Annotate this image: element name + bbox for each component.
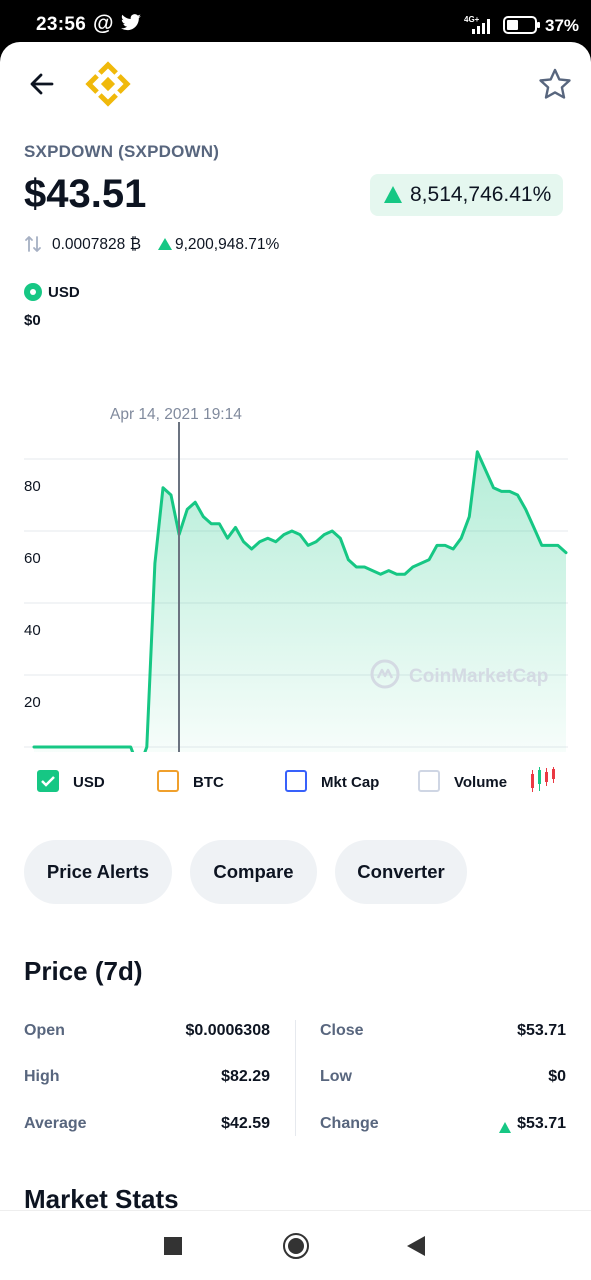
- candlestick-icon[interactable]: [529, 766, 557, 799]
- low-value: $0: [548, 1068, 566, 1085]
- signal-icon: [470, 18, 494, 39]
- usd-radio-label: USD: [48, 284, 80, 301]
- average-label: Average: [24, 1115, 87, 1132]
- price-7d-title: Price (7d): [24, 956, 143, 986]
- compare-button[interactable]: Compare: [190, 840, 317, 904]
- usd-radio[interactable]: [24, 283, 42, 301]
- price-change-badge: 8,514,746.41%: [370, 174, 564, 216]
- status-time: 23:56: [36, 14, 87, 35]
- coin-name: SXPDOWN (SXPDOWN): [24, 142, 220, 161]
- circle-icon[interactable]: [283, 1233, 309, 1259]
- stats-divider: [295, 1020, 296, 1136]
- back-arrow-icon[interactable]: [26, 68, 58, 100]
- system-nav-bar: [0, 1210, 591, 1280]
- price-chart[interactable]: 806040200 CoinMarketCap Apr 14, 2021 19:…: [0, 342, 591, 752]
- triangle-back-icon[interactable]: [407, 1236, 425, 1256]
- selected-value: $0: [24, 312, 41, 329]
- change-value: $53.71: [517, 1115, 566, 1132]
- battery-percent: 37%: [545, 16, 580, 35]
- open-value: $0.0006308: [185, 1022, 270, 1039]
- open-label: Open: [24, 1022, 65, 1039]
- star-outline-icon[interactable]: [536, 66, 574, 104]
- legend-mktcap-label: Mkt Cap: [321, 774, 380, 791]
- square-icon[interactable]: [164, 1237, 182, 1255]
- up-triangle-icon: [384, 186, 402, 203]
- legend-usd-label: USD: [73, 774, 105, 791]
- coin-price: $43.51: [24, 172, 147, 216]
- btc-up-triangle-icon: [158, 238, 172, 250]
- close-value: $53.71: [517, 1022, 566, 1039]
- btc-change: 9,200,948.71%: [175, 236, 280, 253]
- usd-checkbox[interactable]: [37, 770, 59, 792]
- coin-detail-screen: SXPDOWN (SXPDOWN) $43.51 8,514,746.41% 0…: [0, 42, 591, 1210]
- price-change-value: 8,514,746.41%: [410, 183, 552, 206]
- mktcap-checkbox[interactable]: [285, 770, 307, 792]
- y-tick-label: 60: [24, 550, 41, 567]
- low-label: Low: [320, 1068, 352, 1085]
- legend-btc-label: BTC: [193, 774, 224, 791]
- at-icon: @: [93, 12, 114, 35]
- legend-volume-label: Volume: [454, 774, 508, 791]
- swap-arrows-icon: [24, 235, 42, 258]
- change-up-triangle-icon: [499, 1122, 511, 1133]
- volume-checkbox[interactable]: [418, 770, 440, 792]
- btc-price: 0.0007828 ₿: [52, 236, 142, 253]
- binance-logo: [82, 58, 134, 110]
- battery-icon: [503, 16, 541, 39]
- twitter-icon: [120, 14, 142, 37]
- average-value: $42.59: [221, 1115, 270, 1132]
- crosshair-date: Apr 14, 2021 19:14: [110, 406, 242, 423]
- y-tick-label: 40: [24, 622, 41, 639]
- converter-button[interactable]: Converter: [335, 840, 467, 904]
- high-label: High: [24, 1068, 60, 1085]
- watermark-text: CoinMarketCap: [409, 666, 548, 687]
- change-label: Change: [320, 1115, 379, 1132]
- y-tick-label: 80: [24, 478, 41, 495]
- price-alerts-button[interactable]: Price Alerts: [24, 840, 172, 904]
- close-label: Close: [320, 1022, 364, 1039]
- y-tick-label: 20: [24, 694, 41, 711]
- market-stats-title: Market Stats: [24, 1184, 179, 1210]
- high-value: $82.29: [221, 1068, 270, 1085]
- btc-checkbox[interactable]: [157, 770, 179, 792]
- price-area: [34, 451, 566, 752]
- price-7d-stats: Open $0.0006308 High $82.29 Average $42.…: [0, 1018, 591, 1158]
- chart-legend: USD BTC Mkt Cap Volume: [0, 766, 591, 802]
